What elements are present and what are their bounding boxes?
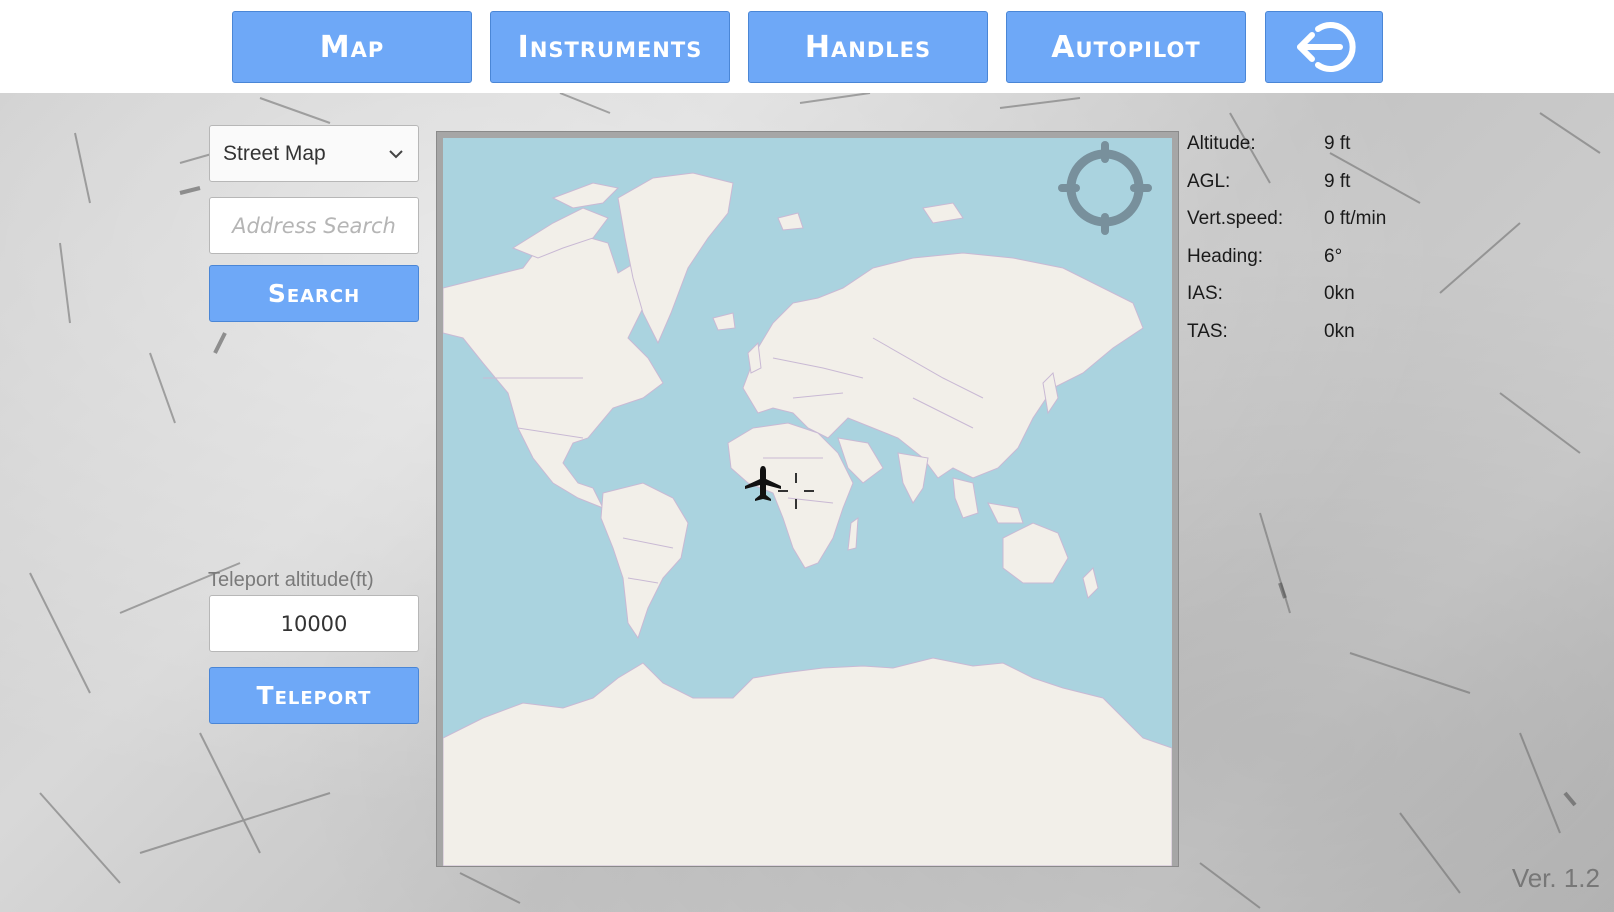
- telemetry-label: Heading:: [1187, 245, 1264, 267]
- telemetry-value: 6°: [1324, 245, 1343, 267]
- telemetry-value: 0kn: [1324, 320, 1355, 342]
- telemetry-label: Altitude:: [1187, 133, 1256, 154]
- australia: [1002, 522, 1069, 584]
- instruments-tab-button[interactable]: Instruments: [490, 11, 730, 83]
- telemetry-row-heading: Heading: 6°: [1187, 246, 1447, 284]
- address-search-input[interactable]: [209, 197, 419, 254]
- center-crosshair-icon: [778, 473, 814, 509]
- map-tab-button[interactable]: Map: [232, 11, 472, 83]
- map-frame: [436, 131, 1179, 867]
- exit-arrow-icon: [1297, 22, 1356, 72]
- telemetry-label: Vert.speed:: [1187, 208, 1284, 229]
- chevron-down-icon: [389, 150, 403, 159]
- handles-tab-button[interactable]: Handles: [748, 11, 988, 83]
- telemetry-label: TAS:: [1187, 320, 1228, 342]
- autopilot-tab-label: Autopilot: [1051, 29, 1201, 65]
- map-tab-label: Map: [319, 29, 385, 65]
- telemetry-label: AGL:: [1187, 170, 1231, 192]
- crosshair-target-icon[interactable]: [1058, 141, 1152, 235]
- teleport-altitude-label: Teleport altitude(ft): [208, 569, 374, 591]
- north-america: [443, 232, 664, 509]
- telemetry-row-ias: IAS: 0kn: [1187, 283, 1447, 321]
- version-label: Ver. 1.2: [1511, 863, 1600, 893]
- teleport-altitude-input[interactable]: [209, 595, 419, 652]
- map-type-select[interactable]: Street Map: [209, 125, 419, 182]
- telemetry-row-altitude: Altitude: 9 ft: [1187, 133, 1447, 171]
- telemetry-value: 9 ft: [1324, 133, 1351, 154]
- exit-button[interactable]: [1265, 11, 1383, 83]
- autopilot-tab-button[interactable]: Autopilot: [1006, 11, 1246, 83]
- map-type-selected-value: Street Map: [223, 141, 326, 165]
- telemetry-value: 0 ft/min: [1324, 208, 1387, 229]
- search-button[interactable]: Search: [209, 265, 419, 322]
- telemetry-row-tas: TAS: 0kn: [1187, 321, 1447, 359]
- map-workspace: Street Map Search Teleport altitude(ft) …: [0, 93, 1614, 912]
- telemetry-row-agl: AGL: 9 ft: [1187, 171, 1447, 209]
- antarctica: [443, 657, 1172, 866]
- telemetry-label: IAS:: [1187, 283, 1223, 304]
- telemetry-value: 9 ft: [1324, 170, 1351, 192]
- handles-tab-label: Handles: [804, 29, 932, 65]
- telemetry-row-vertical-speed: Vert.speed: 0 ft/min: [1187, 208, 1447, 246]
- teleport-button-label: Teleport: [256, 681, 372, 710]
- instruments-tab-label: Instruments: [517, 29, 703, 65]
- search-button-label: Search: [267, 279, 361, 308]
- teleport-button[interactable]: Teleport: [209, 667, 419, 724]
- telemetry-panel: Altitude: 9 ft AGL: 9 ft Vert.speed: 0 f…: [1187, 133, 1447, 358]
- world-map[interactable]: [443, 138, 1172, 866]
- top-navigation-bar: Map Instruments Handles Autopilot: [0, 0, 1614, 93]
- south-america: [600, 482, 689, 640]
- telemetry-value: 0kn: [1324, 283, 1355, 304]
